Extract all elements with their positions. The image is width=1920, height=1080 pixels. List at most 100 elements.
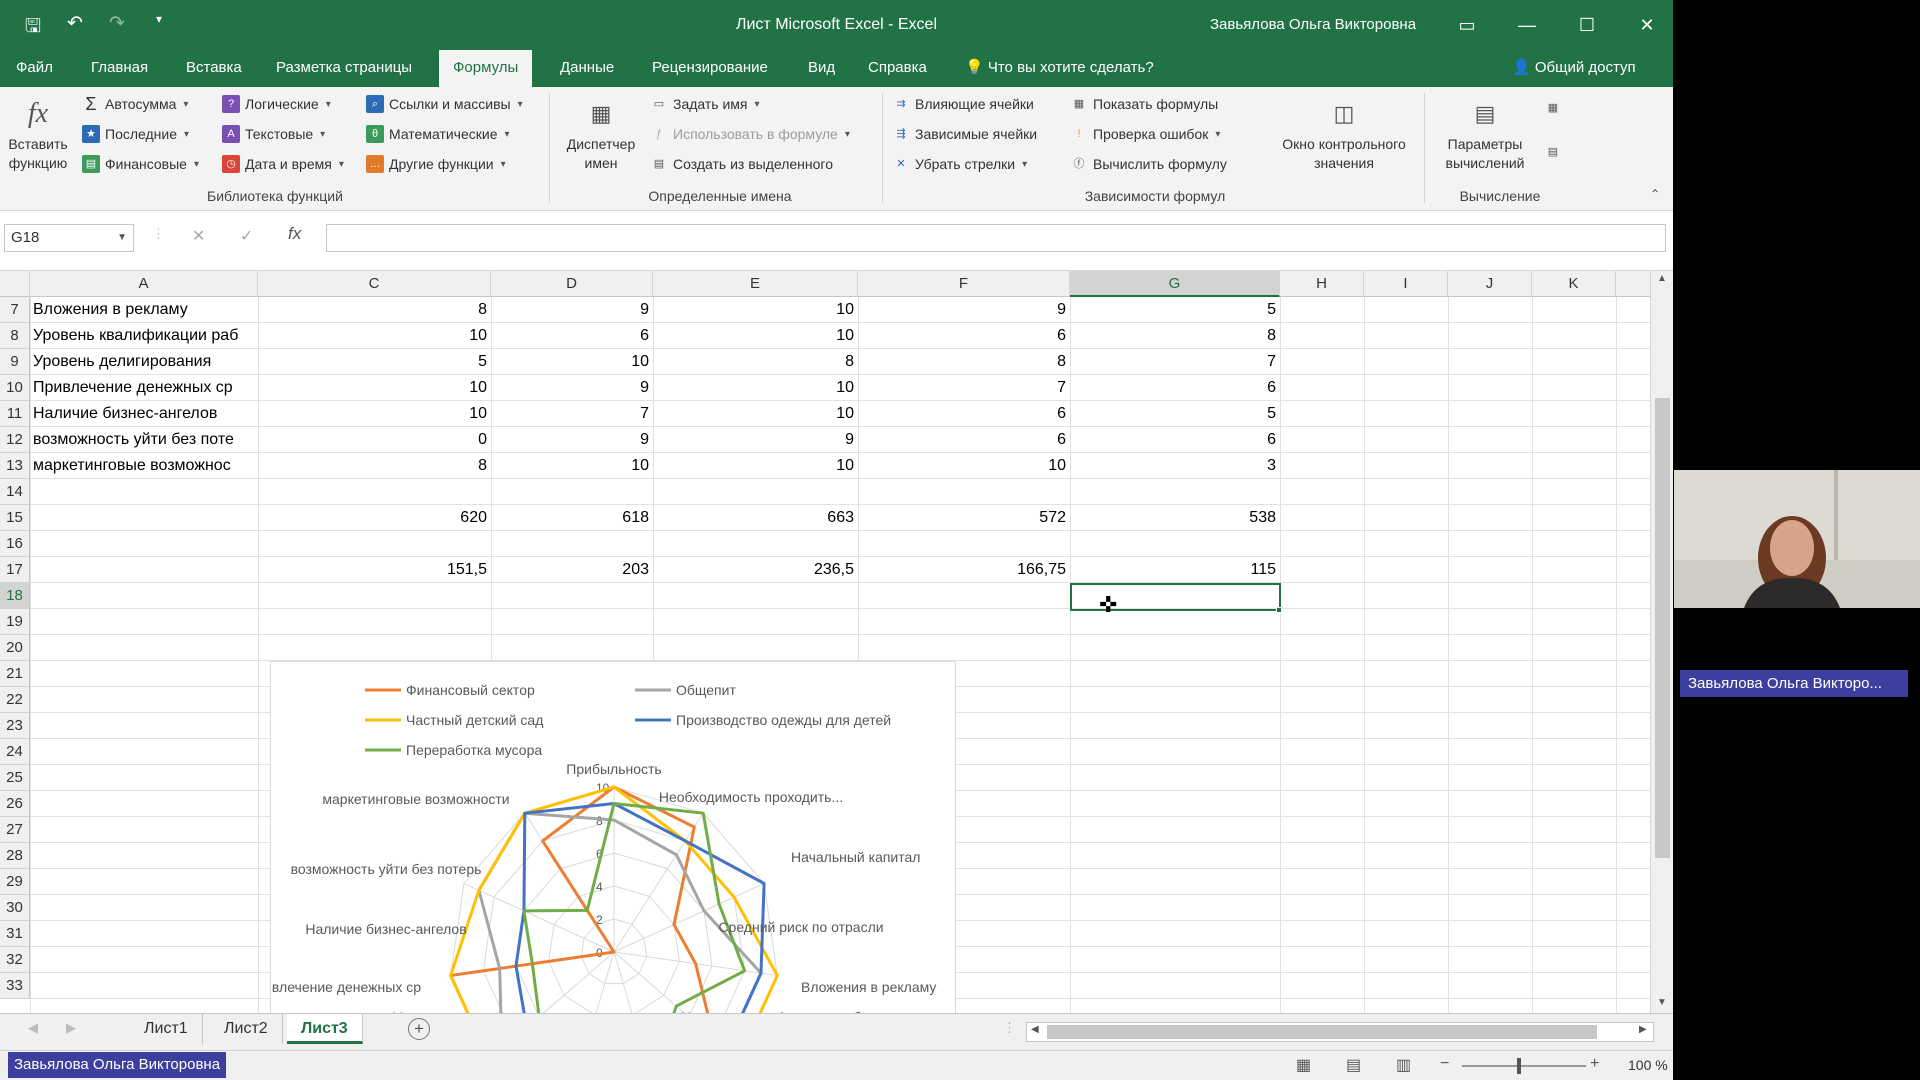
cell-c18[interactable]: [258, 583, 491, 609]
cell-c17[interactable]: 151,5: [258, 557, 491, 583]
cell-c19[interactable]: [258, 609, 491, 635]
cell-a7[interactable]: Вложения в рекламу: [30, 297, 258, 323]
cell-a32[interactable]: [30, 947, 258, 973]
cell-g15[interactable]: 538: [1070, 505, 1280, 531]
cell-g8[interactable]: 8: [1070, 323, 1280, 349]
use-in-formula-button[interactable]: ƒ Использовать в формуле ▾: [650, 125, 850, 143]
column-header-f[interactable]: F: [858, 271, 1070, 297]
cell-c12[interactable]: 0: [258, 427, 491, 453]
cell-e9[interactable]: 8: [653, 349, 858, 375]
cell-g20[interactable]: [1070, 635, 1280, 661]
column-header-g[interactable]: G: [1070, 271, 1280, 297]
row-header-14[interactable]: 14: [0, 479, 30, 505]
tell-me-search[interactable]: 💡 Что вы хотите сделать?: [965, 50, 1154, 87]
share-button[interactable]: 👤 Общий доступ: [1512, 50, 1636, 87]
insert-function-icon[interactable]: fx: [288, 224, 301, 244]
cell-d20[interactable]: [491, 635, 653, 661]
remove-arrows-button[interactable]: ✕ Убрать стрелки ▾: [892, 155, 1027, 173]
cell-f14[interactable]: [858, 479, 1070, 505]
cell-f15[interactable]: 572: [858, 505, 1070, 531]
cell-d17[interactable]: 203: [491, 557, 653, 583]
ribbon-display-options-icon[interactable]: ▭: [1447, 10, 1487, 40]
page-layout-view-icon[interactable]: ▤: [1346, 1055, 1361, 1075]
cell-d11[interactable]: 7: [491, 401, 653, 427]
prev-sheet-icon[interactable]: ◀: [28, 1020, 38, 1036]
sheet-tab-1[interactable]: Лист1: [130, 1014, 203, 1044]
cell-a30[interactable]: [30, 895, 258, 921]
fill-handle[interactable]: [1276, 607, 1282, 613]
row-header-17[interactable]: 17: [0, 557, 30, 583]
tab-view[interactable]: Вид: [794, 50, 849, 87]
cell-f20[interactable]: [858, 635, 1070, 661]
cell-f19[interactable]: [858, 609, 1070, 635]
account-name[interactable]: Завьялова Ольга Викторовна: [1210, 16, 1416, 33]
cell-g25[interactable]: [1070, 765, 1280, 791]
cell-d10[interactable]: 9: [491, 375, 653, 401]
column-header-d[interactable]: D: [491, 271, 653, 297]
error-checking-button[interactable]: ! Проверка ошибок ▾: [1070, 125, 1220, 143]
cell-f7[interactable]: 9: [858, 297, 1070, 323]
cell-g12[interactable]: 6: [1070, 427, 1280, 453]
cell-a23[interactable]: [30, 713, 258, 739]
cell-e17[interactable]: 236,5: [653, 557, 858, 583]
datetime-functions-button[interactable]: ◷ Дата и время ▾: [222, 155, 344, 173]
row-header-19[interactable]: 19: [0, 609, 30, 635]
cell-a27[interactable]: [30, 817, 258, 843]
row-header-25[interactable]: 25: [0, 765, 30, 791]
column-header-e[interactable]: E: [653, 271, 858, 297]
column-header-i[interactable]: I: [1364, 271, 1448, 297]
collapse-ribbon-icon[interactable]: ⌃: [1650, 187, 1660, 201]
cell-a16[interactable]: [30, 531, 258, 557]
show-formulas-button[interactable]: ▦ Показать формулы: [1070, 95, 1218, 113]
cell-a29[interactable]: [30, 869, 258, 895]
cell-g32[interactable]: [1070, 947, 1280, 973]
zoom-in-icon[interactable]: +: [1590, 1055, 1599, 1073]
cell-a21[interactable]: [30, 661, 258, 687]
row-header-29[interactable]: 29: [0, 869, 30, 895]
name-manager-button[interactable]: ▦ Диспетчер имен: [558, 97, 644, 173]
row-header-9[interactable]: 9: [0, 349, 30, 375]
cell-d15[interactable]: 618: [491, 505, 653, 531]
cell-g24[interactable]: [1070, 739, 1280, 765]
zoom-slider[interactable]: [1462, 1065, 1586, 1067]
formula-input[interactable]: [326, 224, 1666, 252]
cell-g28[interactable]: [1070, 843, 1280, 869]
row-header-16[interactable]: 16: [0, 531, 30, 557]
vertical-scrollbar[interactable]: ▲ ▼: [1650, 271, 1673, 1013]
define-name-button[interactable]: ▭ Задать имя ▾: [650, 95, 760, 113]
cell-a24[interactable]: [30, 739, 258, 765]
row-header-13[interactable]: 13: [0, 453, 30, 479]
row-header-15[interactable]: 15: [0, 505, 30, 531]
zoom-level[interactable]: 100 %: [1628, 1057, 1668, 1073]
name-box[interactable]: G18 ▼: [4, 224, 134, 252]
cell-f13[interactable]: 10: [858, 453, 1070, 479]
insert-function-button[interactable]: fx Вставить функцию: [2, 97, 74, 173]
row-header-33[interactable]: 33: [0, 973, 30, 999]
tab-help[interactable]: Справка: [854, 50, 941, 87]
cell-g14[interactable]: [1070, 479, 1280, 505]
horizontal-scroll-thumb[interactable]: [1047, 1025, 1597, 1039]
scroll-down-icon[interactable]: ▼: [1657, 997, 1667, 1008]
zoom-slider-thumb[interactable]: [1517, 1058, 1521, 1074]
worksheet-grid[interactable]: A C D E F G H I J K 7 8 9 10 11 12 13 14 15 16 17 1…: [0, 271, 1673, 1013]
sheet-tab-2[interactable]: Лист2: [210, 1014, 283, 1044]
autosum-button[interactable]: Σ Автосумма ▾: [82, 95, 188, 113]
cell-g30[interactable]: [1070, 895, 1280, 921]
cell-c7[interactable]: 8: [258, 297, 491, 323]
cell-c20[interactable]: [258, 635, 491, 661]
minimize-button[interactable]: —: [1507, 10, 1547, 40]
cell-a18[interactable]: [30, 583, 258, 609]
cell-e11[interactable]: 10: [653, 401, 858, 427]
cell-e12[interactable]: 9: [653, 427, 858, 453]
cell-a11[interactable]: Наличие бизнес-ангелов: [30, 401, 258, 427]
cell-a19[interactable]: [30, 609, 258, 635]
cell-g10[interactable]: 6: [1070, 375, 1280, 401]
tab-file[interactable]: Файл: [2, 50, 67, 87]
cell-g13[interactable]: 3: [1070, 453, 1280, 479]
cell-d9[interactable]: 10: [491, 349, 653, 375]
row-header-18[interactable]: 18: [0, 583, 30, 609]
cell-a14[interactable]: [30, 479, 258, 505]
cell-d14[interactable]: [491, 479, 653, 505]
cell-d18[interactable]: [491, 583, 653, 609]
horizontal-scrollbar[interactable]: ◀ ▶: [1026, 1022, 1654, 1042]
